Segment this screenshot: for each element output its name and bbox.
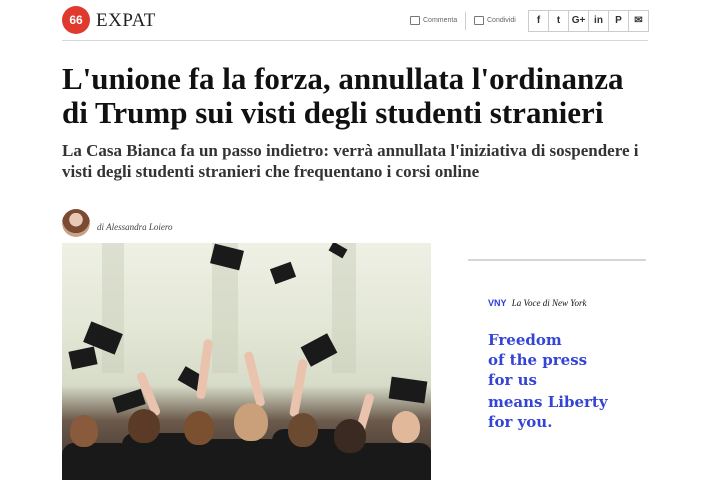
author-avatar[interactable]: [62, 209, 90, 237]
comment-button[interactable]: Commenta: [410, 16, 457, 25]
article-subheadline: La Casa Bianca fa un passo indietro: ver…: [62, 141, 639, 181]
logo-badge[interactable]: 66: [62, 6, 90, 34]
share-button[interactable]: Condividi: [474, 16, 516, 25]
ad-line: for us: [488, 371, 537, 389]
advertisement[interactable]: VNY La Voce di New York Freedom of the p…: [468, 276, 646, 450]
ad-brand-name: La Voce di New York: [511, 298, 587, 308]
ad-brand-mark: VNY: [488, 298, 507, 308]
site-header: 66 EXPAT Commenta Condividi f t G+ in P …: [62, 6, 649, 36]
comment-label: Commenta: [423, 17, 458, 24]
google-plus-icon[interactable]: G+: [569, 11, 589, 31]
article-headline: L'unione fa la forza, annullata l'ordina…: [62, 61, 624, 130]
comment-icon: [410, 16, 420, 25]
ad-line: of the press: [488, 351, 588, 369]
hero-image: [62, 243, 431, 480]
ad-line: for you.: [488, 413, 553, 431]
author-byline[interactable]: di Alessandra Loiero: [97, 222, 173, 232]
header-divider: [62, 40, 648, 41]
share-icon: [474, 16, 484, 25]
divider: [465, 12, 466, 30]
pinterest-icon[interactable]: P: [609, 11, 629, 31]
ad-brand: VNY La Voce di New York: [488, 298, 586, 308]
ad-divider: [468, 259, 646, 261]
ad-line: Freedom: [488, 331, 562, 349]
share-label: Condividi: [487, 17, 516, 24]
linkedin-icon[interactable]: in: [589, 11, 609, 31]
ad-line: means Liberty: [488, 393, 608, 411]
social-share-bar: f t G+ in P ✉: [528, 10, 649, 32]
site-logo[interactable]: EXPAT: [96, 10, 156, 32]
email-icon[interactable]: ✉: [629, 11, 648, 31]
facebook-icon[interactable]: f: [529, 11, 549, 31]
twitter-icon[interactable]: t: [549, 11, 569, 31]
